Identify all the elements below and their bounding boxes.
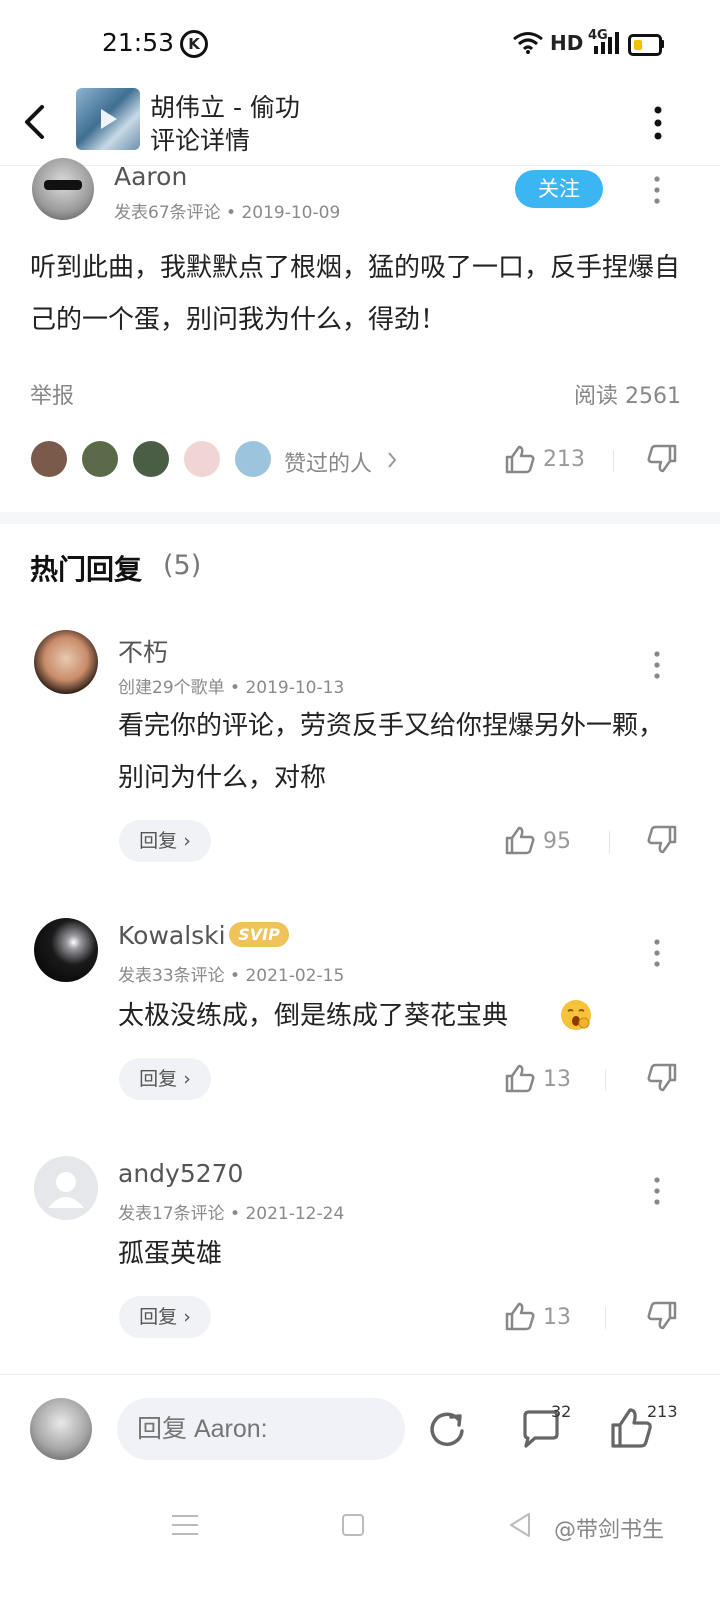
default-avatar-icon xyxy=(48,1172,84,1208)
my-avatar[interactable] xyxy=(30,1398,92,1460)
k-app-icon: K xyxy=(180,30,208,58)
more-vertical-icon[interactable] xyxy=(652,106,664,140)
hd-indicator: HD xyxy=(550,31,584,55)
reply-label: 回复 xyxy=(139,1306,178,1328)
header-divider xyxy=(0,165,720,166)
reply-label: 回复 xyxy=(139,1068,178,1090)
reply-meta: 发表17条评论 • 2021-12-24 xyxy=(118,1204,345,1224)
reply-author[interactable]: 不朽 xyxy=(118,633,168,669)
thumbs-down-icon[interactable] xyxy=(646,444,678,474)
thumbs-down-icon[interactable] xyxy=(646,1063,678,1093)
avatar-kowalski[interactable] xyxy=(34,918,98,982)
thumbs-up-icon[interactable] xyxy=(504,444,536,474)
battery-level xyxy=(634,40,642,50)
liker-avatar[interactable] xyxy=(235,441,271,477)
reply-button[interactable]: 回复 › xyxy=(119,820,211,862)
status-time: 21:53 xyxy=(102,28,175,57)
like-count: 95 xyxy=(543,829,571,854)
reply-button[interactable]: 回复 › xyxy=(119,1058,211,1100)
battery-tip xyxy=(661,40,664,48)
reply-button[interactable]: 回复 › xyxy=(119,1296,211,1338)
like-total: 213 xyxy=(647,1402,678,1421)
reply-more-icon[interactable] xyxy=(652,1177,662,1205)
reply-author[interactable]: andy5270 xyxy=(118,1159,243,1188)
comment-count: 32 xyxy=(551,1402,572,1421)
thumbs-down-icon[interactable] xyxy=(646,825,678,855)
song-title[interactable]: 胡伟立 - 偷功 xyxy=(150,88,300,124)
comment-author[interactable]: Aaron xyxy=(114,162,187,191)
thumbs-up-icon[interactable] xyxy=(504,1301,536,1331)
reply-author[interactable]: Kowalski xyxy=(118,921,226,950)
like-separator xyxy=(613,450,614,472)
like-count: 13 xyxy=(543,1305,571,1330)
home-icon[interactable] xyxy=(341,1513,365,1537)
section-gap xyxy=(0,512,720,524)
reply-more-icon[interactable] xyxy=(652,939,662,967)
like-separator xyxy=(605,1069,606,1091)
reply-content: 太极没练成，倒是练成了葵花宝典 xyxy=(118,1001,509,1031)
comment-content: 听到此曲，我默默点了根烟，猛的吸了一口，反手捏爆自己的一个蛋，别问我为什么，得劲… xyxy=(30,253,681,335)
battery-icon xyxy=(628,34,662,56)
reply-input[interactable] xyxy=(117,1398,405,1460)
yawning-emoji-icon xyxy=(561,1000,591,1030)
follow-button[interactable]: 关注 xyxy=(515,170,603,208)
chevron-right-icon[interactable] xyxy=(386,450,398,470)
like-count: 213 xyxy=(543,447,585,472)
reply-content: 看完你的评论，劳资反手又给你捏爆另外一颗，别问为什么，对称 xyxy=(118,711,665,793)
back-arrow-icon[interactable] xyxy=(22,104,46,140)
reply-more-icon[interactable] xyxy=(652,651,662,679)
hot-replies-title: 热门回复 xyxy=(30,553,143,586)
signal-icon xyxy=(594,32,619,54)
reply-content: 孤蛋英雄 xyxy=(118,1239,223,1269)
wifi-icon xyxy=(513,32,543,54)
comment-meta: 发表67条评论 • 2019-10-09 xyxy=(114,203,341,223)
thumbs-down-icon[interactable] xyxy=(646,1301,678,1331)
play-icon[interactable] xyxy=(101,109,117,129)
like-separator xyxy=(609,831,610,853)
page-title: 评论详情 xyxy=(150,126,251,155)
chevron-right-icon: › xyxy=(183,1306,191,1328)
bottom-bar-divider xyxy=(0,1374,720,1375)
reply-label: 回复 xyxy=(139,830,178,852)
sunglasses xyxy=(44,180,82,190)
report-link[interactable]: 举报 xyxy=(30,378,74,410)
thumbs-up-icon[interactable] xyxy=(504,825,536,855)
svip-badge: SVIP xyxy=(229,922,289,947)
likers-link[interactable]: 赞过的人 xyxy=(284,446,372,478)
liker-avatar[interactable] xyxy=(133,441,169,477)
liker-avatar[interactable] xyxy=(184,441,220,477)
liker-avatar[interactable] xyxy=(82,441,118,477)
chevron-right-icon: › xyxy=(183,830,191,852)
back-nav-icon[interactable] xyxy=(507,1512,533,1538)
like-count: 13 xyxy=(543,1067,571,1092)
watermark: @带剑书生 xyxy=(554,1518,665,1543)
thumbs-up-icon[interactable] xyxy=(504,1063,536,1093)
avatar-aaron[interactable] xyxy=(32,158,94,220)
avatar-andy5270[interactable] xyxy=(34,1156,98,1220)
read-count: 阅读 2561 xyxy=(574,384,681,409)
menu-icon[interactable] xyxy=(172,1513,198,1537)
liker-avatar[interactable] xyxy=(31,441,67,477)
reply-meta: 发表33条评论 • 2021-02-15 xyxy=(118,966,345,986)
chevron-right-icon: › xyxy=(183,1068,191,1090)
avatar-buxiu[interactable] xyxy=(34,630,98,694)
share-refresh-icon[interactable] xyxy=(424,1407,470,1453)
comment-more-icon[interactable] xyxy=(652,176,662,204)
hot-replies-count: (5) xyxy=(163,550,202,581)
like-separator xyxy=(605,1307,606,1329)
reply-meta: 创建29个歌单 • 2019-10-13 xyxy=(118,678,345,698)
